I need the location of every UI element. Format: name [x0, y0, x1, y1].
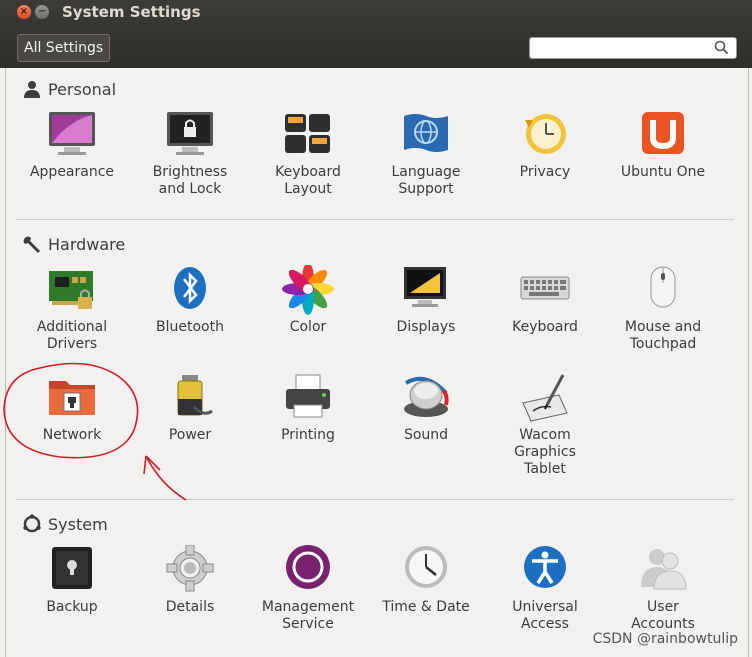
settings-item-label: Color — [289, 319, 327, 335]
section-divider — [16, 219, 734, 220]
network-icon — [49, 381, 95, 415]
minimize-window-button[interactable]: − — [35, 5, 49, 19]
settings-item-label: Time & Date — [382, 599, 470, 615]
bluetooth-icon — [174, 267, 206, 309]
settings-item-keyboard[interactable]: Keyboard — [486, 265, 604, 336]
search-input[interactable] — [529, 37, 737, 59]
settings-item-label: Backup — [46, 599, 98, 615]
printer-icon — [286, 374, 330, 418]
settings-item-universal-access[interactable]: Universal Access — [486, 545, 604, 633]
appearance-icon — [49, 112, 95, 155]
color-icon — [282, 265, 334, 315]
ubuntu-logo-icon — [23, 514, 41, 533]
brightness-lock-icon — [167, 112, 213, 155]
power-icon — [177, 375, 213, 416]
settings-item-time-date[interactable]: Time & Date — [367, 545, 485, 616]
settings-item-label: Keyboard Layout — [275, 164, 341, 197]
settings-item-label: Wacom Graphics Tablet — [514, 427, 576, 477]
settings-item-user-accounts[interactable]: User Accounts — [604, 545, 722, 633]
person-icon — [24, 81, 40, 98]
backup-icon — [52, 547, 92, 589]
section-divider — [16, 499, 734, 500]
privacy-icon — [525, 114, 566, 154]
settings-item-keyboard-layout[interactable]: Keyboard Layout — [249, 110, 367, 198]
window-title: System Settings — [62, 3, 201, 21]
settings-item-label: User Accounts — [631, 599, 695, 632]
section-personal-header: Personal — [22, 77, 116, 101]
wrench-icon — [23, 236, 40, 253]
settings-item-displays[interactable]: Displays — [367, 265, 485, 336]
settings-item-appearance[interactable]: Appearance — [13, 110, 131, 181]
settings-item-label: Universal Access — [512, 599, 578, 632]
additional-drivers-icon — [49, 271, 93, 309]
search-icon — [714, 40, 729, 55]
sound-icon — [404, 376, 449, 417]
settings-item-details[interactable]: Details — [131, 545, 249, 616]
settings-item-management-service[interactable]: Management Service — [249, 545, 367, 633]
settings-item-label: Brightness and Lock — [152, 164, 228, 197]
settings-item-ubuntu-one[interactable]: Ubuntu One — [604, 110, 722, 181]
settings-item-printing[interactable]: Printing — [249, 373, 367, 444]
management-service-icon — [286, 545, 330, 589]
settings-item-label: Sound — [403, 427, 449, 443]
settings-item-label: Printing — [281, 427, 335, 443]
watermark: CSDN @rainbowtulip — [592, 631, 738, 647]
settings-item-label: Displays — [396, 319, 456, 335]
system-settings-window: × − System Settings All Settings Persona… — [0, 0, 752, 657]
titlebar: × − System Settings All Settings — [0, 0, 752, 68]
settings-item-label: Mouse and Touchpad — [624, 319, 702, 352]
displays-icon — [404, 267, 446, 307]
keyboard-icon — [520, 276, 570, 300]
settings-item-label: Ubuntu One — [620, 164, 706, 180]
section-system-header: System — [22, 512, 108, 536]
settings-item-label: Appearance — [29, 164, 115, 180]
settings-item-additional-drivers[interactable]: Additional Drivers — [13, 265, 131, 353]
settings-item-power[interactable]: Power — [131, 373, 249, 444]
settings-item-brightness-lock[interactable]: Brightness and Lock — [131, 110, 249, 198]
settings-item-privacy[interactable]: Privacy — [486, 110, 604, 181]
settings-item-label: Details — [165, 599, 215, 615]
settings-item-label: Additional Drivers — [36, 319, 108, 352]
settings-item-label: Management Service — [261, 599, 355, 632]
settings-item-network[interactable]: Network — [13, 373, 131, 444]
ubuntu-one-icon — [642, 112, 684, 154]
section-hardware-title: Hardware — [48, 234, 126, 254]
wacom-tablet-icon — [522, 374, 568, 422]
user-accounts-icon — [641, 549, 687, 590]
settings-item-color[interactable]: Color — [249, 265, 367, 336]
settings-item-backup[interactable]: Backup — [13, 545, 131, 616]
mouse-icon — [650, 266, 676, 308]
settings-item-label: Keyboard — [512, 319, 578, 335]
section-personal-title: Personal — [48, 79, 117, 99]
keyboard-layout-icon — [285, 114, 330, 153]
language-support-icon — [404, 114, 448, 152]
section-system-title: System — [48, 514, 108, 534]
settings-item-label: Privacy — [519, 164, 571, 180]
clock-icon — [405, 546, 447, 588]
section-hardware-header: Hardware — [22, 232, 125, 256]
settings-item-mouse-touchpad[interactable]: Mouse and Touchpad — [604, 265, 722, 353]
settings-item-label: Network — [42, 427, 102, 443]
settings-item-label: Power — [168, 427, 212, 443]
settings-item-wacom-tablet[interactable]: Wacom Graphics Tablet — [486, 373, 604, 478]
settings-item-label: Language Support — [391, 164, 461, 197]
details-gear-icon — [166, 545, 214, 592]
settings-item-sound[interactable]: Sound — [367, 373, 485, 444]
settings-item-label: Bluetooth — [156, 319, 224, 335]
close-window-button[interactable]: × — [17, 5, 31, 19]
universal-access-icon — [524, 546, 566, 588]
all-settings-button[interactable]: All Settings — [17, 34, 111, 62]
settings-item-language-support[interactable]: Language Support — [367, 110, 485, 198]
settings-item-bluetooth[interactable]: Bluetooth — [131, 265, 249, 336]
